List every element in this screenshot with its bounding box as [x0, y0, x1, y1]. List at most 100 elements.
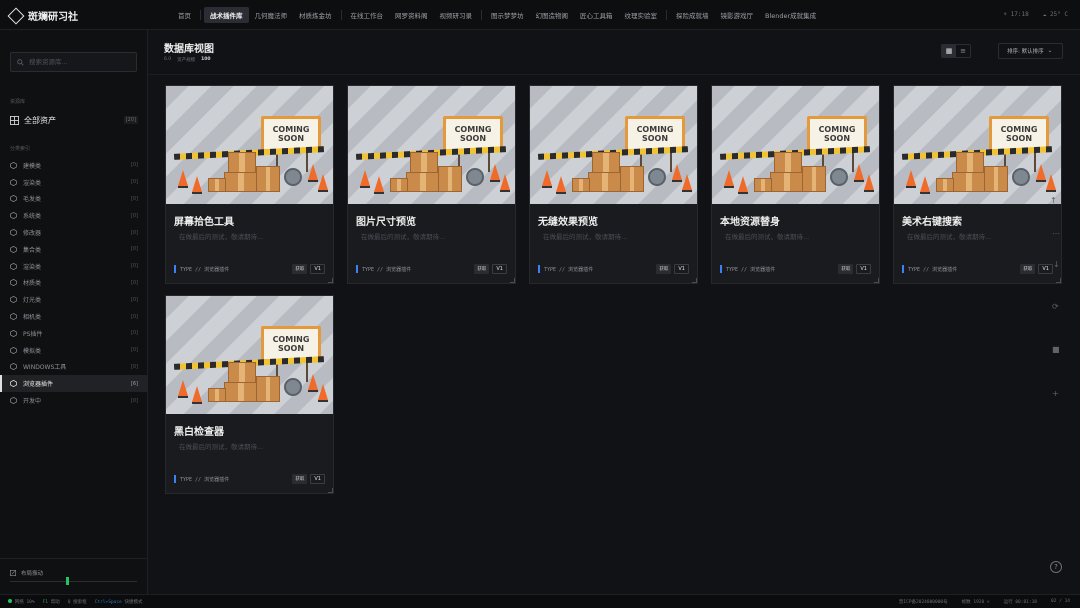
nav-tab[interactable]: 战术插件库: [204, 7, 249, 23]
sidebar-category-item[interactable]: WINDOWS工具 [0]: [0, 359, 148, 376]
sidebar-category-item[interactable]: 相机类 [0]: [0, 308, 148, 325]
category-label: 系统类: [23, 213, 42, 221]
version-badge[interactable]: V1: [856, 264, 871, 274]
meta-value: 100: [201, 57, 211, 62]
grid-view-icon[interactable]: ▦: [942, 45, 956, 57]
square-icon[interactable]: ■: [1052, 345, 1060, 354]
top-bar: 斑斓研习社 首页 战术插件库 几何魔法师 材质炼金坊 在线工作台 网罗资料阁 视频研习录 图示…: [0, 0, 1080, 30]
asset-card[interactable]: COMING SOON 黑白检查器 在做最后的测试，敬请期待... TYPE // 浏览…: [165, 295, 334, 494]
hexagon-icon: [10, 178, 17, 186]
cardboard-box: [952, 172, 986, 192]
get-button[interactable]: 获取: [656, 264, 672, 274]
nav-tab[interactable]: 镜影游戏厅: [715, 7, 760, 23]
version-badge[interactable]: V1: [1038, 264, 1053, 274]
layout-toggle[interactable]: 布局振动: [10, 569, 43, 577]
nav-tab[interactable]: 材质炼金坊: [293, 7, 338, 23]
sidebar-category-item[interactable]: 建模类 [0]: [0, 157, 148, 174]
traffic-cone-icon: [308, 164, 318, 182]
sidebar-category-item[interactable]: 修改器 [0]: [0, 224, 148, 241]
get-button[interactable]: 获取: [838, 264, 854, 274]
meta-prefix: 6.0: [164, 57, 172, 62]
sidebar-category-item[interactable]: 模拟类 [0]: [0, 342, 148, 359]
sidebar-category-item[interactable]: 系统类 [0]: [0, 207, 148, 224]
cardboard-box: [774, 152, 802, 174]
network-status: 网络 10%: [8, 599, 35, 605]
nav-tabs: 首页 战术插件库 几何魔法师 材质炼金坊 在线工作台 网罗资料阁 视频研习录 图示梦梦坊 幻图造…: [172, 7, 822, 23]
asset-card[interactable]: COMING SOON 图片尺寸预览 在做最后的测试，敬请期待... TYPE // 浏…: [347, 85, 516, 284]
all-assets-count: [20]: [123, 116, 138, 124]
get-button[interactable]: 获取: [292, 264, 308, 274]
main-content: 数据库视图 6.0 资产规模 100 ▦ ≡ 排序: 默认排序 ⌄ COMING…: [148, 30, 1080, 594]
nav-tab[interactable]: 匠心工具箱: [574, 7, 619, 23]
search-box[interactable]: [10, 52, 137, 72]
section-label-categories: 分类索引: [10, 146, 31, 152]
list-view-icon[interactable]: ≡: [956, 45, 970, 57]
cardboard-box: [588, 172, 622, 192]
category-label: 相机类: [23, 314, 42, 322]
sort-select[interactable]: 排序: 默认排序 ⌄: [998, 43, 1063, 59]
version-badge[interactable]: V1: [492, 264, 507, 274]
app-logo[interactable]: 斑斓研习社: [7, 7, 78, 24]
search-icon: [17, 58, 24, 66]
arrow-down-icon[interactable]: ↓: [1053, 260, 1060, 269]
cardboard-box: [936, 178, 954, 192]
traffic-cone-icon: [500, 174, 510, 192]
nav-tab[interactable]: 探险成就墙: [670, 7, 715, 23]
asset-card[interactable]: COMING SOON 无缝效果预览 在做最后的测试，敬请期待... TYPE // 浏…: [529, 85, 698, 284]
version-badge[interactable]: V1: [674, 264, 689, 274]
category-label: PS插件: [23, 330, 43, 338]
hexagon-icon: [10, 279, 17, 287]
logo-diamond-icon: [7, 7, 25, 24]
sidebar-category-item[interactable]: 毛发类 [0]: [0, 191, 148, 208]
more-icon[interactable]: ⋯: [1052, 229, 1060, 238]
traffic-cone-icon: [854, 164, 864, 182]
plus-icon[interactable]: +: [1052, 389, 1059, 398]
icp-link[interactable]: 晋ICP备2024000000号: [899, 599, 948, 605]
version-badge[interactable]: V1: [310, 474, 325, 484]
get-button[interactable]: 获取: [1020, 264, 1036, 274]
card-title: 美术右键搜索: [902, 217, 962, 228]
cardboard-box: [228, 152, 256, 174]
sidebar-category-item[interactable]: 集合类 [0]: [0, 241, 148, 258]
nav-tab[interactable]: 图示梦梦坊: [485, 7, 530, 23]
category-label: 材质类: [23, 280, 42, 288]
asset-card[interactable]: COMING SOON 本地资源替身 在做最后的测试，敬请期待... TYPE // 浏…: [711, 85, 880, 284]
traffic-cone-icon: [318, 384, 328, 402]
get-button[interactable]: 获取: [292, 474, 308, 484]
card-corner-mark: [1056, 278, 1061, 283]
slider-track[interactable]: [10, 581, 137, 582]
asset-card[interactable]: COMING SOON 美术右键搜索 在做最后的测试，敬请期待... TYPE // 浏…: [893, 85, 1062, 284]
search-input[interactable]: [29, 58, 129, 66]
refresh-icon[interactable]: ⟳: [1052, 302, 1059, 311]
sidebar-category-item[interactable]: 灯光类 [0]: [0, 291, 148, 308]
card-type: TYPE // 浏览器插件: [908, 266, 958, 273]
arrow-up-icon[interactable]: ↑: [1050, 196, 1057, 205]
get-button[interactable]: 获取: [474, 264, 490, 274]
nav-tab[interactable]: 网罗资料阁: [389, 7, 434, 23]
asset-card[interactable]: COMING SOON 屏幕拾色工具 在做最后的测试，敬请期待... TYPE // 浏…: [165, 85, 334, 284]
sidebar-category-item[interactable]: 浏览器插件 [6]: [0, 375, 148, 393]
sidebar-category-item[interactable]: 开发中 [0]: [0, 392, 148, 409]
nav-tab[interactable]: 纹理实验室: [619, 7, 664, 23]
sidebar-category-item[interactable]: 渲染类 [0]: [0, 258, 148, 275]
category-label: 灯光类: [23, 297, 42, 305]
fps-readout: 帧数 1920 ×: [961, 600, 990, 605]
nav-tab[interactable]: 幻图造物阁: [530, 7, 575, 23]
sidebar-category-item[interactable]: PS插件 [0]: [0, 325, 148, 342]
sidebar-category-item[interactable]: 渲染类 [0]: [0, 174, 148, 191]
all-assets-item[interactable]: 全部资产 [20]: [10, 114, 138, 126]
nav-tab[interactable]: 几何魔法师: [249, 7, 294, 23]
help-button[interactable]: ?: [1050, 561, 1062, 573]
nav-tab[interactable]: Blender成就集成: [759, 7, 822, 23]
nav-tab[interactable]: 视频研习录: [434, 7, 479, 23]
page-title: 数据库视图: [164, 44, 214, 55]
nav-tab[interactable]: 在线工作台: [345, 7, 390, 23]
category-label: 开发中: [23, 398, 42, 406]
hexagon-icon: [10, 313, 17, 321]
sidebar-category-item[interactable]: 材质类 [0]: [0, 275, 148, 292]
traffic-cone-icon: [360, 170, 370, 188]
nav-tab[interactable]: 首页: [172, 7, 197, 23]
slider-handle[interactable]: [66, 577, 69, 585]
cardboard-box: [406, 172, 440, 192]
version-badge[interactable]: V1: [310, 264, 325, 274]
